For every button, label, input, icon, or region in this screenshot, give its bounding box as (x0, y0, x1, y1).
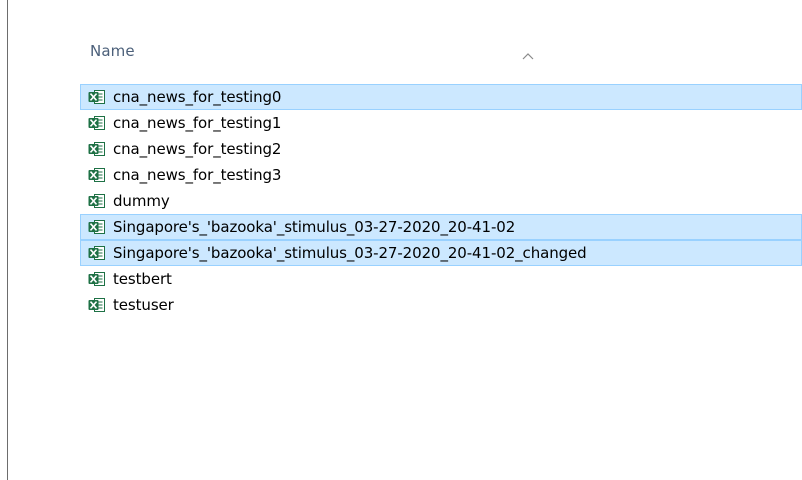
excel-file-icon (88, 245, 106, 261)
file-name: dummy (113, 192, 170, 210)
file-name: cna_news_for_testing2 (113, 140, 282, 158)
column-header-name[interactable]: Name (80, 26, 802, 70)
file-row[interactable]: dummy (80, 188, 802, 214)
file-row[interactable]: Singapore's_'bazooka'_stimulus_03-27-202… (80, 240, 802, 266)
excel-file-icon (88, 219, 106, 235)
file-row[interactable]: cna_news_for_testing0 (80, 84, 802, 110)
file-list: cna_news_for_testing0 cna_news_for_testi… (80, 84, 802, 318)
column-header-name-label: Name (90, 42, 135, 60)
file-name: Singapore's_'bazooka'_stimulus_03-27-202… (113, 244, 587, 262)
file-row[interactable]: cna_news_for_testing1 (80, 110, 802, 136)
file-row[interactable]: testbert (80, 266, 802, 292)
pane-divider (7, 0, 8, 480)
excel-file-icon (88, 271, 106, 287)
excel-file-icon (88, 193, 106, 209)
file-name: testuser (113, 296, 174, 314)
file-row[interactable]: Singapore's_'bazooka'_stimulus_03-27-202… (80, 214, 802, 240)
excel-file-icon (88, 115, 106, 131)
excel-file-icon (88, 297, 106, 313)
file-name: cna_news_for_testing0 (113, 88, 282, 106)
file-name: testbert (113, 270, 172, 288)
file-name: cna_news_for_testing3 (113, 166, 282, 184)
excel-file-icon (88, 89, 106, 105)
sort-ascending-icon (522, 53, 534, 60)
file-explorer-window: Name cna_news_for_testing0 cna_news_for_… (0, 0, 802, 480)
file-name: cna_news_for_testing1 (113, 114, 282, 132)
file-row[interactable]: cna_news_for_testing2 (80, 136, 802, 162)
file-row[interactable]: cna_news_for_testing3 (80, 162, 802, 188)
excel-file-icon (88, 167, 106, 183)
file-row[interactable]: testuser (80, 292, 802, 318)
excel-file-icon (88, 141, 106, 157)
file-name: Singapore's_'bazooka'_stimulus_03-27-202… (113, 218, 516, 236)
